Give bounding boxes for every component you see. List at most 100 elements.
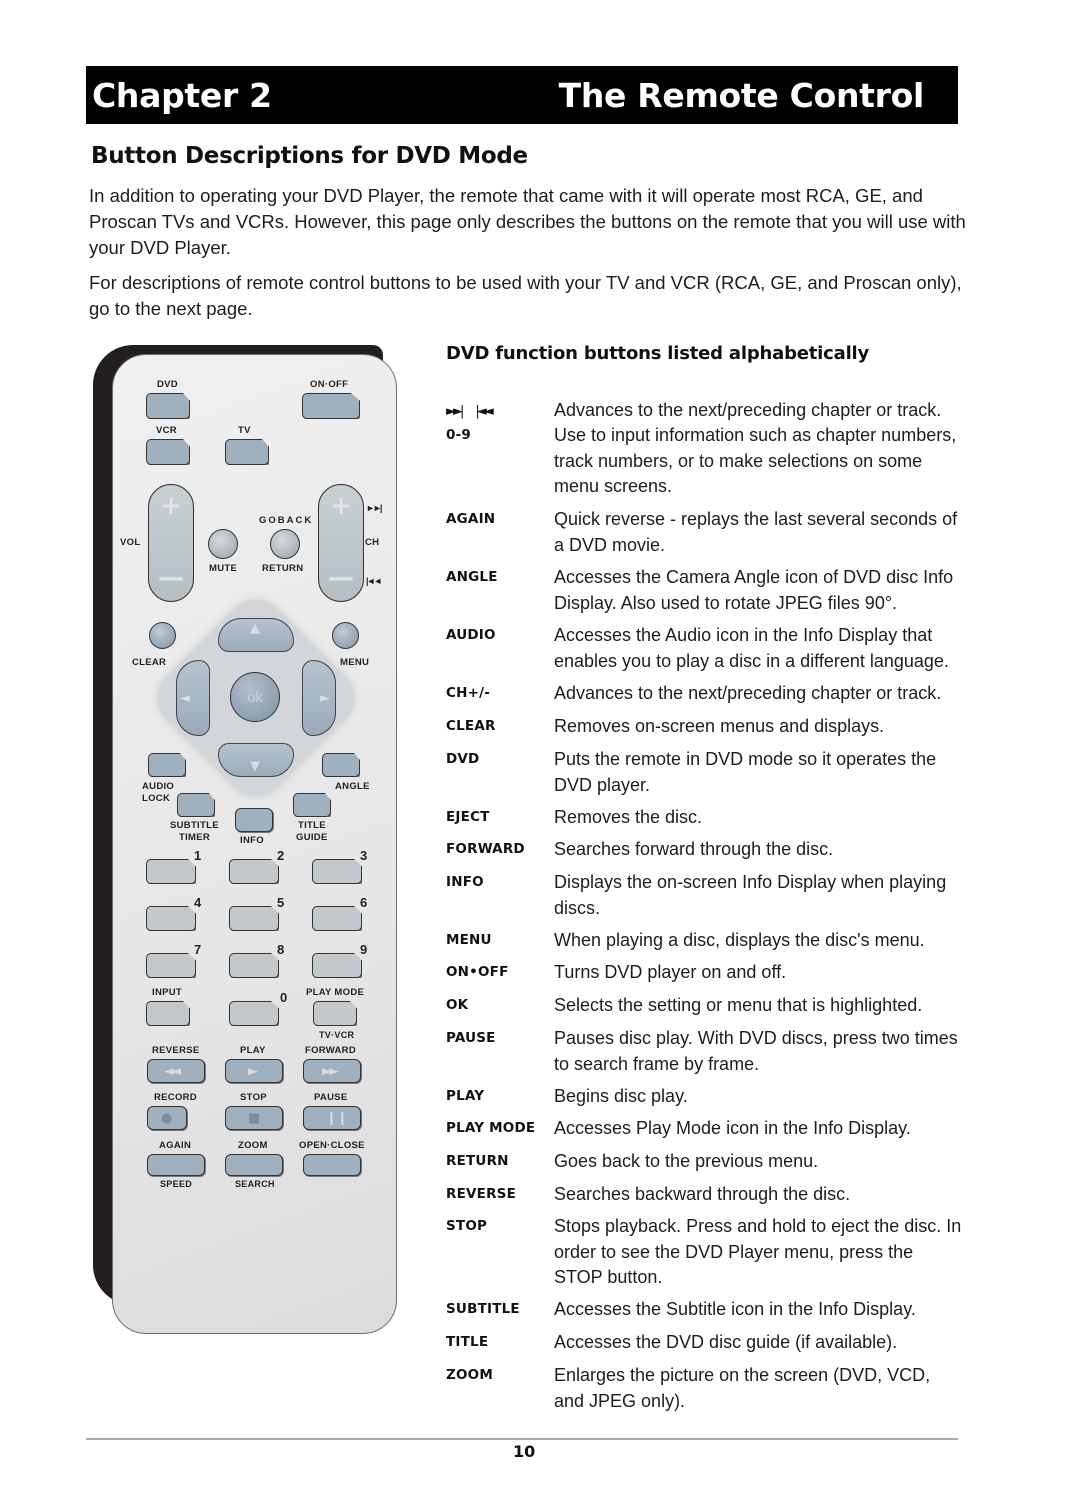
digit-4-label: 4 <box>194 895 202 910</box>
digit-1-button[interactable] <box>146 859 196 884</box>
section-title: Button Descriptions for DVD Mode <box>91 143 528 169</box>
digit-5-label: 5 <box>277 895 285 910</box>
label-audio: AUDIO <box>142 781 175 792</box>
subtitle-button[interactable] <box>177 793 215 817</box>
zoom-button[interactable] <box>225 1154 283 1176</box>
digit-6-label: 6 <box>360 895 368 910</box>
arrow-right-icon: ► <box>320 691 330 706</box>
function-key: OK <box>446 997 469 1013</box>
forward-button[interactable]: ►► <box>303 1059 361 1083</box>
arrow-down-icon: ▼ <box>250 759 260 774</box>
function-key: RETURN <box>446 1153 509 1169</box>
skip-prev-icon: |◄◄ <box>475 404 493 419</box>
function-key: ANGLE <box>446 569 498 585</box>
minus-icon: — <box>328 563 354 593</box>
volume-rocker[interactable]: + — <box>148 484 194 602</box>
function-key: ZOOM <box>446 1367 493 1383</box>
label-on-off: ON·OFF <box>310 379 349 390</box>
digit-0-label: 0 <box>280 990 288 1005</box>
mute-button[interactable] <box>208 529 238 559</box>
function-list-title: DVD function buttons listed alphabetical… <box>446 343 870 364</box>
return-button[interactable] <box>270 529 300 559</box>
pause-button[interactable]: ❙❙ <box>303 1106 361 1130</box>
label-timer: TIMER <box>179 832 211 843</box>
function-key: INFO <box>446 874 484 890</box>
function-description: Accesses the DVD disc guide (if availabl… <box>554 1332 898 1352</box>
label-open-close: OPEN·CLOSE <box>299 1140 365 1151</box>
channel-rocker[interactable]: + — <box>318 484 364 602</box>
function-description: Removes on-screen menus and displays. <box>554 716 885 736</box>
digit-5-button[interactable] <box>229 906 279 931</box>
skip-icons: ►►| |◄◄ <box>446 404 494 419</box>
dvd-button[interactable] <box>146 393 190 419</box>
function-key: EJECT <box>446 809 490 825</box>
digit-2-label: 2 <box>277 848 285 863</box>
digit-7-button[interactable] <box>146 953 196 978</box>
label-zoom: ZOOM <box>238 1140 268 1151</box>
digit-8-label: 8 <box>277 942 285 957</box>
function-description: Accesses the Subtitle icon in the Info D… <box>554 1299 916 1319</box>
play-button[interactable]: ► <box>225 1059 283 1083</box>
menu-button[interactable] <box>332 622 359 649</box>
function-description: Stops playback. Press and hold to eject … <box>554 1216 962 1287</box>
label-play: PLAY <box>240 1045 266 1056</box>
label-forward: FORWARD <box>305 1045 357 1056</box>
record-button[interactable]: ● <box>147 1106 187 1130</box>
label-title: TITLE <box>298 820 326 831</box>
function-key: CLEAR <box>446 718 496 734</box>
tv-button[interactable] <box>225 439 269 465</box>
dpad-right-button[interactable] <box>302 660 336 736</box>
clear-button[interactable] <box>149 622 176 649</box>
digit-0-button[interactable] <box>229 1001 279 1026</box>
function-description: Accesses the Audio icon in the Info Disp… <box>554 625 949 671</box>
title-button[interactable] <box>293 793 331 817</box>
vcr-button[interactable] <box>146 439 190 465</box>
intro-paragraph-1: In addition to operating your DVD Player… <box>89 185 966 258</box>
open-close-button[interactable] <box>303 1154 361 1176</box>
digit-6-button[interactable] <box>312 906 362 931</box>
play-mode-button[interactable] <box>313 1001 357 1026</box>
label-search: SEARCH <box>235 1179 275 1189</box>
info-button[interactable] <box>235 808 273 832</box>
function-description: When playing a disc, displays the disc's… <box>554 930 925 950</box>
label-subtitle: SUBTITLE <box>170 820 219 831</box>
label-record: RECORD <box>154 1092 197 1103</box>
label-play-mode: PLAY MODE <box>306 987 365 998</box>
function-key: PLAY MODE <box>446 1120 536 1136</box>
angle-button[interactable] <box>322 753 360 777</box>
function-key: TITLE <box>446 1334 489 1350</box>
digit-3-button[interactable] <box>312 859 362 884</box>
function-key: FORWARD <box>446 841 525 857</box>
label-tv-vcr: TV·VCR <box>319 1030 355 1040</box>
digit-2-button[interactable] <box>229 859 279 884</box>
on-off-button[interactable] <box>302 393 360 419</box>
again-button[interactable] <box>147 1154 205 1176</box>
minus-icon: — <box>158 563 184 593</box>
chapter-number: Chapter 2 <box>92 75 272 115</box>
function-description: Advances to the next/preceding chapter o… <box>554 400 942 420</box>
label-dvd: DVD <box>157 379 178 390</box>
ok-button[interactable]: ok <box>230 672 280 722</box>
digit-4-button[interactable] <box>146 906 196 931</box>
rewind-icon: ◄◄ <box>164 1064 181 1079</box>
label-tv: TV <box>238 425 251 436</box>
label-clear: CLEAR <box>132 657 167 668</box>
function-key: SUBTITLE <box>446 1301 520 1317</box>
digit-8-button[interactable] <box>229 953 279 978</box>
function-description: Turns DVD player on and off. <box>554 962 787 982</box>
reverse-button[interactable]: ◄◄ <box>147 1059 205 1083</box>
skip-next-icon: ►►| <box>446 404 464 419</box>
input-button[interactable] <box>146 1001 190 1026</box>
digit-9-button[interactable] <box>312 953 362 978</box>
label-goback: GOBACK <box>259 515 314 526</box>
stop-icon: ■ <box>248 1111 261 1126</box>
stop-button[interactable]: ■ <box>225 1106 283 1130</box>
function-description: Advances to the next/preceding chapter o… <box>554 683 942 703</box>
label-mute: MUTE <box>209 563 238 574</box>
audio-button[interactable] <box>148 753 186 777</box>
function-key: MENU <box>446 932 492 948</box>
function-description: Accesses the Camera Angle icon of DVD di… <box>554 567 954 613</box>
function-description: Selects the setting or menu that is high… <box>554 995 923 1015</box>
fast-forward-icon: ►► <box>322 1064 339 1079</box>
function-key: PLAY <box>446 1088 485 1104</box>
